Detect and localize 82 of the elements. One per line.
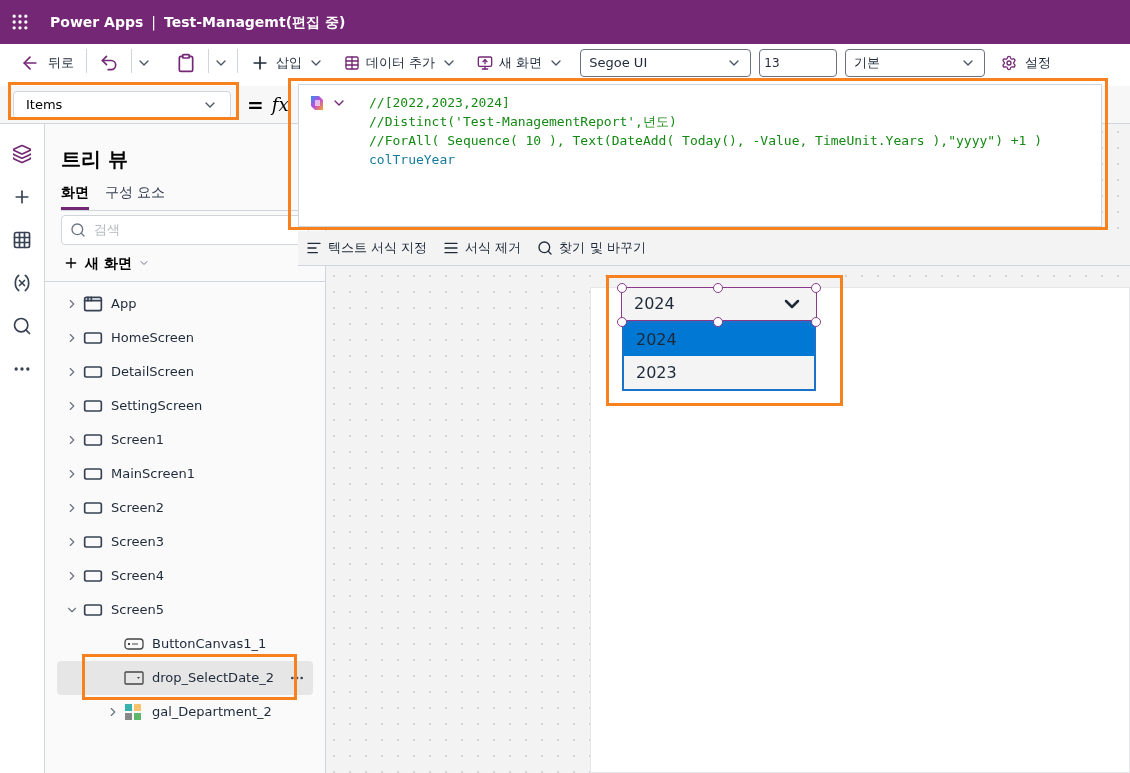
clear-format-icon	[443, 240, 460, 256]
tree-item[interactable]: ButtonCanvas1_1	[57, 627, 313, 661]
tree-item-label: drop_SelectDate_2	[152, 669, 275, 688]
search-input[interactable]: 검색	[94, 220, 294, 240]
tree-item-label: DetailScreen	[111, 363, 195, 382]
format-tool-button[interactable]: 텍스트 서식 지정	[306, 234, 428, 262]
variables-icon[interactable]	[12, 273, 32, 293]
tree-item-label: Screen2	[111, 499, 165, 518]
button-icon	[124, 638, 144, 650]
code-line: //ForAll( Sequence( 10 ), Text(DateAdd( Today(), -Value, TimeUnit.Years ),"yyyy") +1 )	[369, 132, 1043, 150]
font-dropdown[interactable]: Segoe UI	[580, 49, 752, 77]
settings-button[interactable]: 설정	[989, 49, 1064, 77]
year-dropdown[interactable]: 2024	[621, 287, 817, 321]
code-line: //Distinct('Test-ManagementReport',년도)	[369, 113, 678, 131]
document-title: Test-Managemt(편집 중)	[164, 12, 346, 32]
selection-handle[interactable]	[617, 283, 627, 293]
tree-item[interactable]: Screen1	[57, 423, 313, 457]
code-line: colTrueYear	[369, 151, 457, 169]
dropdown-value: 2024	[634, 293, 675, 315]
new-screen-button[interactable]: 새 화면	[469, 49, 573, 77]
tree-item[interactable]: Screen3	[57, 525, 313, 559]
tree-item-label: ButtonCanvas1_1	[152, 635, 268, 654]
plus-icon	[63, 255, 79, 271]
property-value: Items	[26, 95, 63, 114]
tree-item-label: Screen4	[111, 567, 165, 586]
search-icon	[70, 222, 86, 238]
tree-item-label: Screen1	[111, 431, 165, 450]
tree-item-label: App	[111, 295, 138, 314]
tree-item[interactable]: Screen2	[57, 491, 313, 525]
undo-icon[interactable]	[99, 53, 119, 73]
tree-item[interactable]: SettingScreen	[57, 389, 313, 423]
tree-item-label: Screen3	[111, 533, 165, 552]
tree-item[interactable]: MainScreen1	[57, 457, 313, 491]
format-tool-button[interactable]: 서식 제거	[443, 234, 522, 262]
app-launcher-icon[interactable]	[10, 12, 30, 32]
gallery-icon	[124, 703, 142, 721]
dropdown-control-icon	[124, 671, 144, 685]
equals-sign: =	[247, 91, 264, 119]
settings-icon	[1001, 55, 1018, 71]
table-icon[interactable]	[12, 230, 32, 250]
property-dropdown[interactable]: Items	[13, 90, 231, 119]
tree-item[interactable]: HomeScreen	[57, 321, 313, 355]
app-title: Power Apps	[50, 12, 144, 32]
panel-title: 트리 뷰	[61, 146, 129, 173]
search-field[interactable]: 검색	[61, 215, 309, 245]
add-data-button[interactable]: 데이터 추가	[336, 49, 466, 77]
style-value: 기본	[854, 54, 881, 73]
text-format-icon	[306, 240, 322, 256]
tree-item[interactable]: App	[57, 287, 313, 321]
new-screen-button[interactable]: 새 화면	[63, 249, 150, 277]
tree-item[interactable]: gal_Department_2	[57, 695, 313, 729]
table-icon	[344, 55, 360, 71]
format-tool-button[interactable]: 찾기 및 바꾸기	[537, 234, 646, 262]
font-value: Segoe UI	[589, 54, 648, 73]
tree-item-label: Screen5	[111, 601, 165, 620]
dropdown-option[interactable]: 2023	[624, 356, 814, 389]
formula-editor[interactable]: //[2022,2023,2024] //Distinct('Test-ManagementReport',년도) //ForAll( Sequence( 10 ), Text(DateAdd( Today(), -Value, TimeUnit.Years ),"yyyy") +1 ) colTrueYear	[298, 84, 1102, 227]
tree-item-label: gal_Department_2	[152, 703, 273, 722]
function-label: fx	[271, 93, 289, 117]
tree-item[interactable]: drop_SelectDate_2	[57, 661, 313, 695]
search-icon	[537, 240, 554, 256]
new-screen-icon	[477, 55, 494, 71]
font-size-field[interactable]: 13	[759, 49, 838, 77]
panel-tab[interactable]: 화면	[61, 182, 89, 210]
tree-item[interactable]: Screen5	[57, 593, 313, 627]
insert-button[interactable]: 삽입	[242, 49, 332, 77]
app-icon	[83, 294, 103, 314]
selection-handle[interactable]	[811, 283, 821, 293]
panel-tab[interactable]: 구성 요소	[105, 182, 166, 210]
selection-handle[interactable]	[713, 283, 723, 293]
tree-item[interactable]: Screen4	[57, 559, 313, 593]
search-icon[interactable]	[12, 316, 32, 336]
style-dropdown[interactable]: 기본	[845, 49, 986, 77]
title-separator: |	[151, 12, 156, 33]
tree-item[interactable]: DetailScreen	[57, 355, 313, 389]
code-line: //[2022,2023,2024]	[369, 94, 511, 112]
clipboard-icon[interactable]	[176, 53, 196, 73]
back-button[interactable]: 뒤로	[12, 49, 82, 77]
tree-item-label: MainScreen1	[111, 465, 196, 484]
tree-item-label: HomeScreen	[111, 329, 196, 348]
layers-icon[interactable]	[12, 144, 32, 164]
tree-item-label: SettingScreen	[111, 397, 204, 416]
